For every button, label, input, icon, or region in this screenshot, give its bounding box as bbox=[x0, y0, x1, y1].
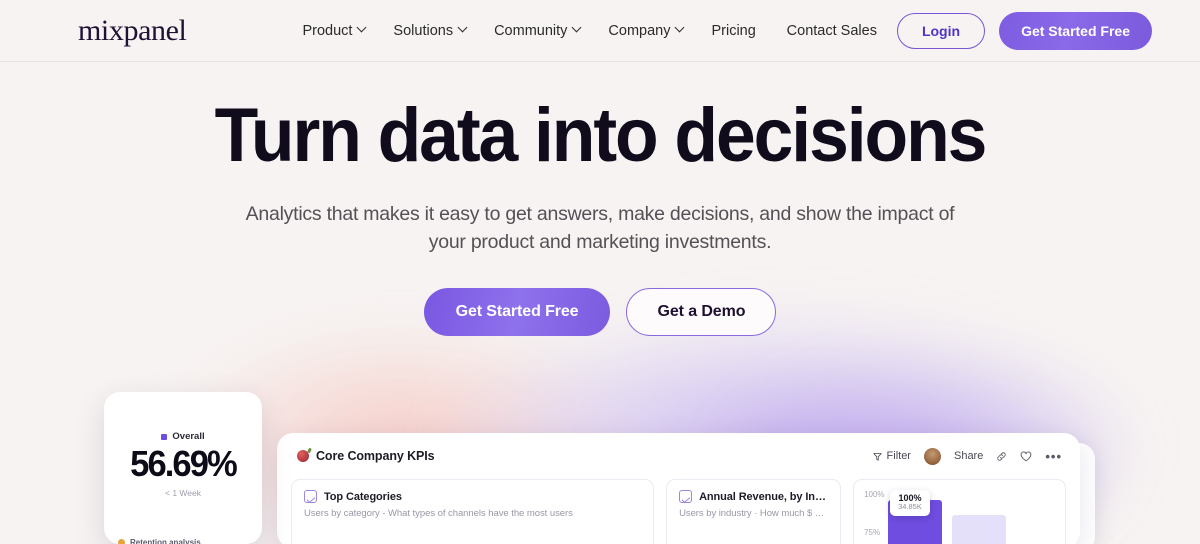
chevron-down-icon bbox=[573, 24, 582, 33]
bar-series-b bbox=[952, 515, 1007, 544]
chart-report-icon bbox=[679, 490, 693, 503]
share-button[interactable]: Share bbox=[954, 450, 983, 462]
stat-value: 56.69% bbox=[130, 443, 238, 484]
more-horizontal-icon[interactable]: ••• bbox=[1045, 450, 1062, 463]
link-icon[interactable] bbox=[996, 451, 1007, 462]
main-navigation: Product Solutions Community Company Pric… bbox=[302, 23, 755, 39]
filter-icon bbox=[872, 452, 882, 461]
dashboard-title: Core Company KPIs bbox=[297, 449, 435, 463]
header-get-started-button[interactable]: Get Started Free bbox=[999, 11, 1152, 50]
card-subtitle: Users by industry · How much $ are we co… bbox=[679, 508, 829, 519]
legend-swatch-icon bbox=[161, 433, 168, 440]
stat-footer: Retention analysis bbox=[118, 538, 201, 544]
page-title: Turn data into decisions bbox=[214, 93, 988, 178]
mini-bar-chart: 100% 75% 100% 34.85K bbox=[864, 488, 1055, 544]
hero-get-demo-button[interactable]: Get a Demo bbox=[626, 287, 777, 336]
dashboard-title-text: Core Company KPIs bbox=[316, 449, 435, 463]
chevron-down-icon bbox=[358, 24, 367, 33]
header-actions: Contact Sales Login Get Started Free bbox=[787, 11, 1152, 50]
dashboard-toolbar: Core Company KPIs Filter Share ••• bbox=[277, 433, 1080, 479]
filter-button[interactable]: Filter bbox=[872, 450, 911, 462]
nav-label: Community bbox=[494, 22, 568, 39]
hero-section: Turn data into decisions Analytics that … bbox=[0, 62, 1200, 336]
heart-icon[interactable] bbox=[1020, 451, 1032, 462]
card-top-categories[interactable]: Top Categories Users by category - What … bbox=[291, 479, 655, 544]
contact-sales-link[interactable]: Contact Sales bbox=[787, 23, 877, 39]
card-header: Top Categories bbox=[304, 490, 641, 503]
card-title: Top Categories bbox=[324, 490, 402, 503]
card-mini-bar-chart[interactable]: 100% 75% 100% 34.85K bbox=[853, 479, 1066, 544]
nav-item-pricing[interactable]: Pricing bbox=[711, 23, 755, 39]
stat-footer-label: Retention analysis bbox=[130, 538, 201, 544]
stat-legend: Overall bbox=[104, 431, 262, 442]
filter-label: Filter bbox=[886, 450, 911, 462]
share-label: Share bbox=[953, 450, 984, 462]
hero-subtitle: Analytics that makes it easy to get answ… bbox=[245, 203, 955, 254]
nav-item-community[interactable]: Community bbox=[494, 23, 582, 39]
card-annual-revenue[interactable]: Annual Revenue, by Industry Users by ind… bbox=[666, 479, 842, 544]
mixpanel-logo[interactable]: mixpanel bbox=[78, 15, 187, 46]
nav-label: Solutions bbox=[393, 22, 454, 39]
chevron-down-icon bbox=[459, 24, 468, 33]
card-subtitle: Users by category - What types of channe… bbox=[304, 508, 573, 519]
nav-label: Company bbox=[608, 22, 671, 39]
nav-label: Pricing bbox=[711, 22, 756, 39]
dashboard-card-row: Top Categories Users by category - What … bbox=[277, 479, 1080, 544]
stat-legend-label: Overall bbox=[172, 431, 205, 442]
card-title: Annual Revenue, by Industry bbox=[699, 490, 829, 503]
dashboard-tool-group: Filter Share ••• bbox=[872, 447, 1062, 465]
tooltip-subvalue: 34.85K bbox=[898, 502, 922, 512]
site-header: mixpanel Product Solutions Community Com… bbox=[0, 0, 1200, 62]
chart-report-icon bbox=[304, 490, 317, 503]
hero-cta-group: Get Started Free Get a Demo bbox=[0, 287, 1200, 336]
nav-item-company[interactable]: Company bbox=[608, 23, 685, 39]
chevron-down-icon bbox=[676, 24, 685, 33]
tomato-emoji-icon bbox=[297, 450, 309, 462]
axis-tick-mid: 75% bbox=[864, 528, 881, 537]
card-header: Annual Revenue, by Industry bbox=[679, 490, 828, 503]
nav-item-solutions[interactable]: Solutions bbox=[393, 23, 468, 39]
retention-stat-card: Overall 56.69% < 1 Week Retention analys… bbox=[104, 392, 262, 544]
status-dot-icon bbox=[118, 539, 125, 544]
avatar[interactable] bbox=[923, 447, 941, 465]
axis-tick-top: 100% bbox=[864, 490, 885, 499]
nav-item-product[interactable]: Product bbox=[302, 23, 367, 39]
stat-note: < 1 Week bbox=[165, 487, 201, 498]
chart-tooltip: 100% 34.85K bbox=[890, 490, 930, 516]
nav-label: Product bbox=[302, 22, 353, 39]
login-button[interactable]: Login bbox=[896, 12, 986, 49]
dashboard-panel: Core Company KPIs Filter Share ••• Top C… bbox=[277, 433, 1080, 544]
hero-get-started-button[interactable]: Get Started Free bbox=[423, 287, 611, 336]
